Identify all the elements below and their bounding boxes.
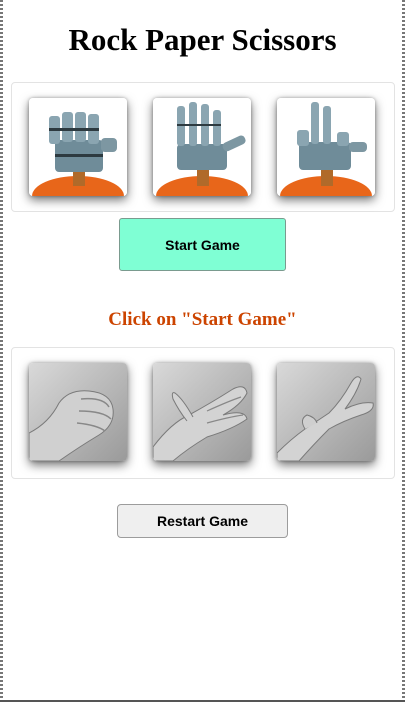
start-game-button[interactable]: Start Game <box>119 218 286 271</box>
robot-scissors-card <box>277 98 375 196</box>
page-title: Rock Paper Scissors <box>68 22 337 57</box>
robot-open-hand-icon <box>153 98 251 196</box>
restart-game-button[interactable]: Restart Game <box>117 504 288 538</box>
robot-scissors-hand-icon <box>277 98 375 196</box>
human-fist-icon <box>29 363 127 461</box>
player-scissors-card[interactable] <box>277 363 375 461</box>
robot-choices-panel <box>11 82 395 212</box>
player-rock-card[interactable] <box>29 363 127 461</box>
player-choices-panel <box>11 347 395 479</box>
human-flat-hand-icon <box>153 363 251 461</box>
robot-fist-icon <box>29 98 127 196</box>
human-scissors-hand-icon <box>277 363 375 461</box>
status-message: Click on "Start Game" <box>108 309 297 330</box>
robot-rock-card <box>29 98 127 196</box>
player-paper-card[interactable] <box>153 363 251 461</box>
frame-left-edge <box>0 0 3 702</box>
robot-paper-card <box>153 98 251 196</box>
